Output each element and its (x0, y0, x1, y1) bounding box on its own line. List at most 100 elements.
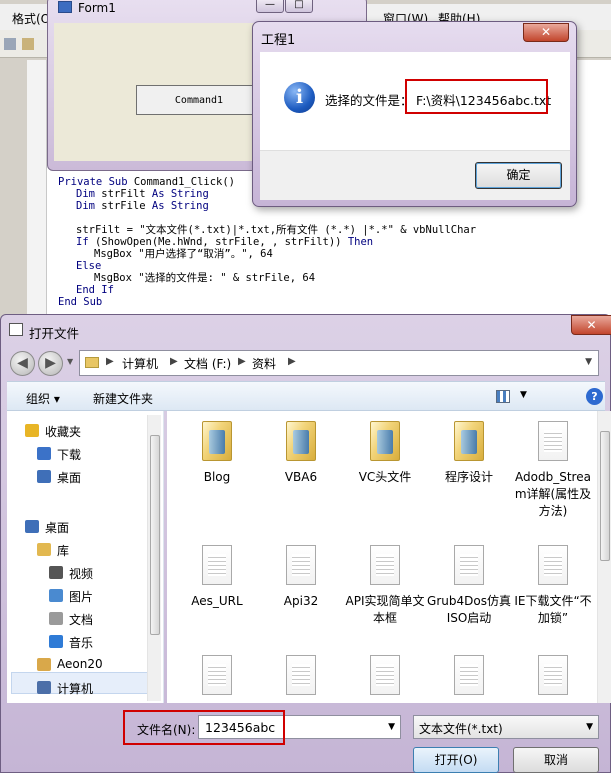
text-document-icon (454, 655, 484, 695)
code-text: strFilt (101, 188, 152, 200)
form1-title: Form1 (78, 1, 116, 15)
text-document-icon (370, 545, 400, 585)
folder-icon (454, 421, 484, 461)
code-line[interactable]: End Sub (58, 296, 476, 308)
form-icon (58, 1, 72, 13)
msgbox-message-label: 选择的文件是： (325, 93, 413, 108)
code-line[interactable]: If (ShowOpen(Me.hWnd, strFile, , strFilt… (58, 236, 476, 248)
chevron-right-icon[interactable]: ▶ (106, 356, 114, 367)
code-text: strFile (101, 200, 152, 212)
maximize-button[interactable]: □ (285, 0, 313, 13)
file-name: 程序设计 (444, 470, 493, 484)
chevron-down-icon[interactable]: ▼ (586, 722, 593, 732)
text-document-icon (286, 655, 316, 695)
nav-item-label: 库 (57, 544, 70, 558)
music-icon (49, 635, 63, 648)
code-line[interactable]: MsgBox "选择的文件是: " & strFile, 64 (58, 272, 476, 284)
text-document-icon (202, 655, 232, 695)
breadcrumb-drive-f[interactable]: 文档 (F:) (184, 355, 231, 372)
file-list-scrollbar[interactable] (597, 411, 611, 703)
file-name: IE下载文件“不加锁” (514, 594, 592, 625)
forward-arrow-icon[interactable]: ▶ (38, 351, 63, 376)
nav-item-label: 收藏夹 (45, 425, 82, 439)
chevron-right-icon[interactable]: ▶ (170, 356, 178, 367)
download-folder-icon (37, 447, 51, 460)
file-name: Api32 (283, 594, 319, 608)
nav-item-label: 图片 (69, 590, 94, 604)
nav-item-label: Aeon20 (57, 657, 103, 671)
code-line[interactable] (58, 212, 476, 224)
scrollbar-thumb[interactable] (150, 435, 160, 635)
breadcrumb-computer[interactable]: 计算机 (122, 355, 158, 372)
chevron-down-icon[interactable]: ▼ (388, 722, 395, 732)
new-folder-button[interactable]: 新建文件夹 (93, 390, 153, 407)
nav-item-label: 文档 (69, 613, 94, 627)
code-line[interactable]: MsgBox "用户选择了“取消”。", 64 (58, 248, 476, 260)
code-line[interactable]: strFilt = "文本文件(*.txt)|*.txt,所有文件 (*.*) … (58, 224, 476, 236)
organize-button[interactable]: 组织 ▾ (26, 390, 60, 407)
video-icon (49, 566, 63, 579)
ok-button[interactable]: 确定 (475, 162, 562, 189)
code-keyword: Private Sub (58, 176, 134, 188)
nav-item-label: 视频 (69, 567, 94, 581)
address-bar[interactable]: ▶ 计算机 ▶ 文档 (F:) ▶ 资料 ▶ ▼ (79, 350, 599, 376)
copy-icon[interactable] (4, 38, 16, 50)
dialog-app-icon (9, 323, 23, 336)
cancel-button[interactable]: 取消 (513, 747, 599, 773)
address-dropdown-icon[interactable]: ▼ (585, 357, 592, 367)
open-button[interactable]: 打开(O) (413, 747, 499, 773)
file-list: Blog VBA6 VC头文件 程序设计 Adodb_Stream详解(属性及方法) Ae… (167, 411, 597, 703)
chevron-right-icon[interactable]: ▶ (238, 356, 246, 367)
text-document-icon (202, 545, 232, 585)
code-keyword: Dim (76, 188, 102, 200)
code-text: MsgBox "选择的文件是: " & strFile, 64 (94, 272, 316, 284)
msgbox-body: i 选择的文件是： F:\资料\123456abc.txt 确定 (260, 52, 570, 200)
navigation-pane: 收藏夹 下载 桌面 桌面库视频 图片 文档 音乐 Aeon20 计算机 (7, 411, 164, 703)
nav-item-label: 计算机 (57, 682, 94, 696)
annotation-highlight-box (405, 79, 548, 114)
view-mode-icon[interactable] (496, 390, 510, 403)
code-line[interactable]: Else (58, 260, 476, 272)
view-dropdown-icon[interactable]: ▼ (520, 390, 527, 400)
back-arrow-icon[interactable]: ◀ (10, 351, 35, 376)
navigation-scrollbar[interactable] (147, 415, 161, 701)
file-name: VBA6 (284, 470, 318, 484)
minimize-button[interactable]: — (256, 0, 284, 13)
nav-item-label: 桌面 (45, 521, 70, 535)
code-keyword: As String (151, 200, 209, 212)
desktop-icon (25, 520, 39, 533)
nav-item-label: 桌面 (57, 471, 82, 485)
chevron-right-icon[interactable]: ▶ (288, 356, 296, 367)
msgbox-title: 工程1 (261, 33, 296, 48)
file-name: Aes_URL (191, 594, 243, 608)
file-name: VC头文件 (358, 470, 412, 484)
msgbox-close-button[interactable]: ✕ (523, 23, 569, 42)
code-keyword: Dim (76, 200, 102, 212)
picture-icon (49, 589, 63, 602)
code-text: strFilt = "文本文件(*.txt)|*.txt,所有文件 (*.*) … (76, 224, 477, 236)
scrollbar-thumb[interactable] (600, 431, 610, 561)
star-icon (25, 424, 39, 437)
computer-icon (37, 681, 51, 694)
text-document-icon (370, 655, 400, 695)
code-keyword: Else (76, 260, 102, 272)
code-line[interactable]: End If (58, 284, 476, 296)
nav-item-label: 下载 (57, 448, 82, 462)
code-gutter (27, 60, 47, 315)
text-document-icon (286, 545, 316, 585)
help-icon[interactable]: ? (586, 388, 603, 405)
filetype-select[interactable]: 文本文件(*.txt) ▼ (413, 715, 599, 739)
document-icon (49, 612, 63, 625)
paste-icon[interactable] (22, 38, 34, 50)
annotation-highlight-box (123, 710, 285, 745)
filetype-value: 文本文件(*.txt) (419, 722, 503, 736)
file-name: Adodb_Stream详解(属性及方法) (514, 470, 592, 518)
library-icon (37, 543, 51, 556)
command1-button[interactable]: Command1 (136, 85, 262, 115)
folder-icon (370, 421, 400, 461)
open-dialog-close-button[interactable]: ✕ (571, 315, 611, 335)
desktop-icon (37, 470, 51, 483)
history-dropdown-icon[interactable]: ▼ (67, 357, 73, 366)
folder-icon (286, 421, 316, 461)
breadcrumb-ziliao[interactable]: 资料 (252, 355, 276, 372)
